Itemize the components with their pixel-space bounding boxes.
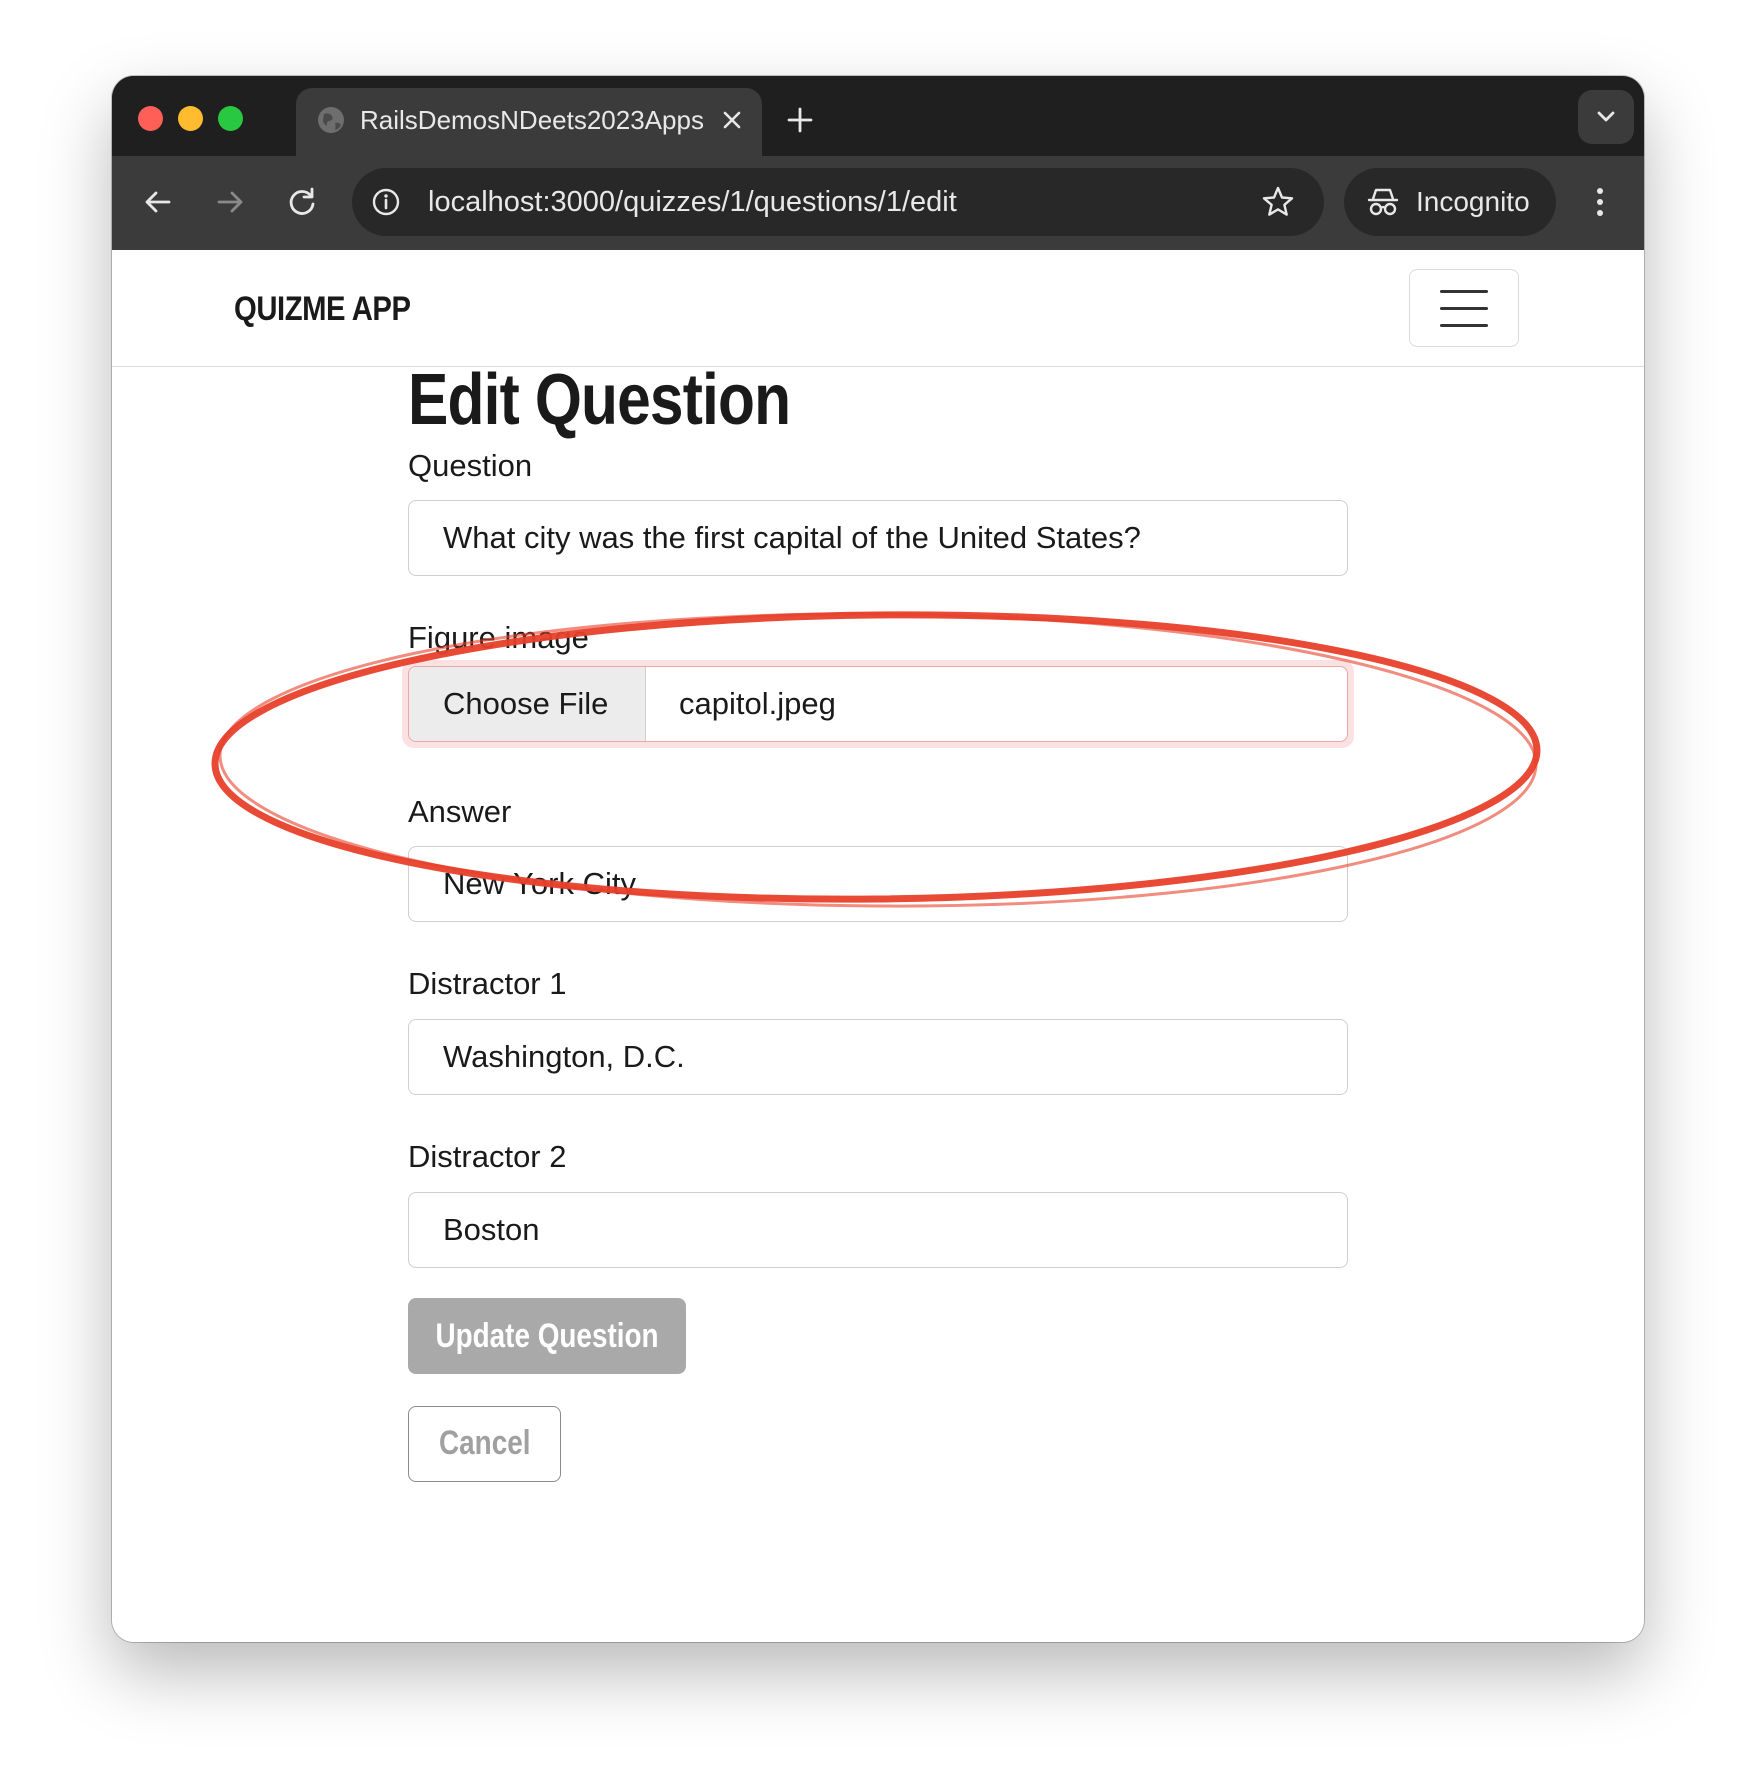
browser-window: RailsDemosNDeets2023Apps localhost:3000/… — [112, 76, 1644, 1642]
browser-tab[interactable]: RailsDemosNDeets2023Apps — [296, 88, 762, 156]
incognito-icon — [1367, 188, 1399, 216]
url-text[interactable]: localhost:3000/quizzes/1/questions/1/edi… — [428, 184, 957, 220]
address-bar[interactable]: localhost:3000/quizzes/1/questions/1/edi… — [352, 168, 1324, 236]
star-icon[interactable] — [1260, 184, 1296, 220]
hamburger-bar — [1440, 324, 1488, 327]
tab-title: RailsDemosNDeets2023Apps — [360, 105, 704, 135]
minimize-window-button[interactable] — [178, 106, 203, 131]
cancel-label: Cancel — [438, 1424, 531, 1462]
hamburger-icon — [1440, 290, 1488, 293]
browser-toolbar: localhost:3000/quizzes/1/questions/1/edi… — [112, 156, 1644, 250]
chevron-down-icon — [1597, 111, 1615, 122]
incognito-label: Incognito — [1416, 186, 1530, 217]
selected-file-name: capitol.jpeg — [679, 686, 836, 721]
update-question-button[interactable]: Update Question — [408, 1298, 686, 1374]
distractor-2-label: Distractor 2 — [408, 1139, 567, 1174]
globe-icon — [318, 107, 344, 133]
forward-arrow-icon[interactable] — [208, 180, 252, 224]
question-label: Question — [408, 448, 533, 483]
brand-link[interactable]: QUIZME APP — [234, 290, 411, 329]
close-tab-icon[interactable] — [714, 102, 750, 138]
figure-image-file-input[interactable]: Choose File capitol.jpeg — [408, 666, 1348, 742]
answer-label: Answer — [408, 794, 512, 829]
figure-image-focus-ring: Choose File capitol.jpeg — [402, 660, 1354, 748]
answer-input[interactable]: New York City — [408, 846, 1348, 922]
page-title: Edit Question — [408, 360, 791, 440]
hamburger-bar — [1440, 307, 1488, 310]
new-tab-icon[interactable] — [780, 100, 820, 140]
tab-strip: RailsDemosNDeets2023Apps — [112, 76, 1644, 156]
tab-search-button[interactable] — [1578, 90, 1634, 144]
close-window-button[interactable] — [138, 106, 163, 131]
app-navbar: QUIZME APP — [112, 250, 1644, 367]
question-input[interactable]: What city was the first capital of the U… — [408, 500, 1348, 576]
browser-chrome: RailsDemosNDeets2023Apps localhost:3000/… — [112, 76, 1644, 250]
incognito-indicator[interactable]: Incognito — [1344, 168, 1556, 236]
back-arrow-icon[interactable] — [136, 180, 180, 224]
update-question-label: Update Question — [435, 1317, 659, 1355]
cancel-button[interactable]: Cancel — [408, 1406, 561, 1482]
more-menu-icon[interactable] — [1582, 180, 1618, 224]
choose-file-button[interactable]: Choose File — [409, 667, 646, 741]
page-content: QUIZME APP Edit Question Question What c… — [112, 250, 1644, 1642]
maximize-window-button[interactable] — [218, 106, 243, 131]
distractor-1-label: Distractor 1 — [408, 966, 567, 1001]
figure-image-label: Figure image — [408, 620, 589, 655]
site-info-icon[interactable] — [370, 186, 402, 218]
distractor-2-input[interactable]: Boston — [408, 1192, 1348, 1268]
distractor-1-input[interactable]: Washington, D.C. — [408, 1019, 1348, 1095]
navbar-toggle-button[interactable] — [1409, 269, 1519, 347]
reload-icon[interactable] — [280, 180, 324, 224]
